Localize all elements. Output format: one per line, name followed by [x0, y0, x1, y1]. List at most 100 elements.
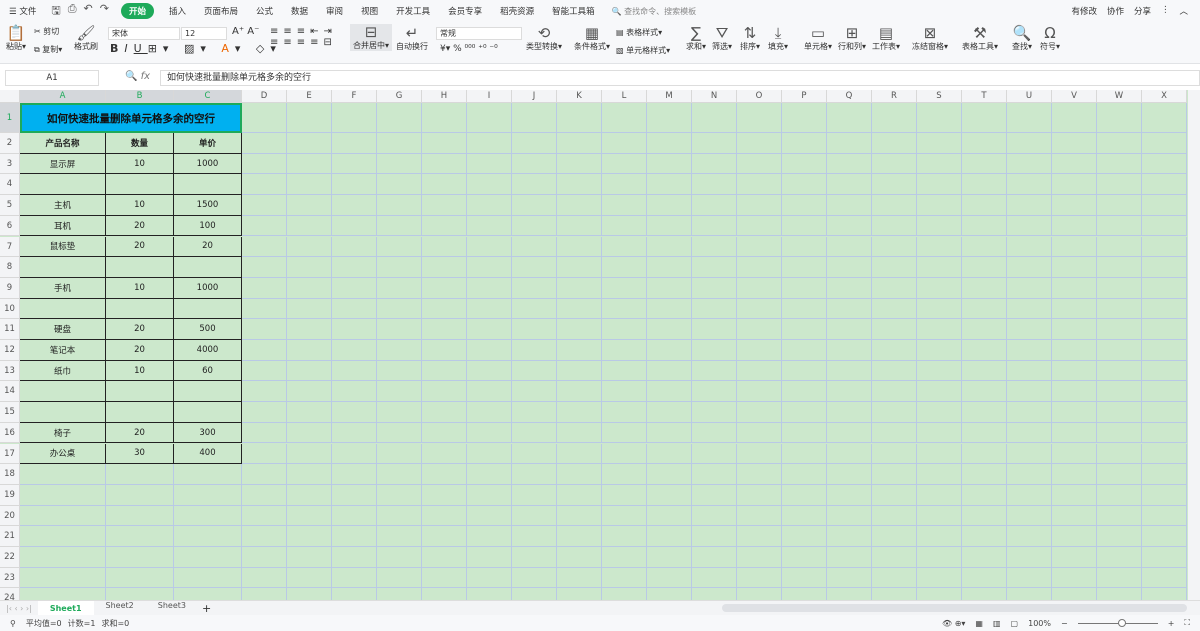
cell[interactable] [242, 340, 287, 361]
cell[interactable] [242, 381, 287, 403]
cell[interactable] [647, 103, 692, 133]
cell[interactable] [377, 319, 422, 340]
cell[interactable] [287, 547, 332, 568]
cell[interactable] [872, 505, 917, 527]
cell[interactable] [647, 526, 692, 547]
cell[interactable] [287, 319, 332, 340]
cell[interactable] [872, 588, 917, 600]
cell[interactable] [1097, 505, 1142, 527]
cell[interactable] [557, 464, 602, 485]
cell[interactable] [1142, 215, 1187, 237]
cell[interactable] [872, 464, 917, 485]
table-cell[interactable] [20, 257, 106, 278]
cell[interactable] [377, 422, 422, 444]
cell[interactable] [692, 402, 737, 423]
title-cell[interactable]: 如何快速批量删除单元格多余的空行 [20, 103, 242, 133]
table-cell[interactable] [106, 298, 174, 320]
cell[interactable] [782, 402, 827, 423]
table-cell[interactable]: 数量 [106, 133, 174, 154]
cell[interactable] [1142, 174, 1187, 196]
cell[interactable] [872, 298, 917, 320]
cell[interactable] [512, 402, 557, 423]
column-header-A[interactable]: A [20, 90, 106, 103]
cell[interactable] [692, 298, 737, 320]
cell[interactable] [782, 505, 827, 527]
fullscreen-icon[interactable]: ⛶ [1184, 618, 1190, 628]
column-header-V[interactable]: V [1052, 90, 1097, 103]
cell[interactable] [557, 588, 602, 600]
cell[interactable] [1007, 298, 1052, 320]
cell[interactable] [422, 422, 467, 444]
cell[interactable] [692, 236, 737, 258]
cell[interactable] [827, 443, 872, 465]
row-header-2[interactable]: 2 [0, 133, 20, 154]
cell[interactable] [737, 103, 782, 133]
cell[interactable] [512, 526, 557, 547]
cell[interactable] [872, 547, 917, 568]
menu-tab-3[interactable]: 公式 [247, 5, 282, 17]
cell[interactable] [602, 195, 647, 216]
cell[interactable] [422, 340, 467, 361]
cell[interactable] [782, 340, 827, 361]
cell[interactable] [422, 133, 467, 154]
table-cell[interactable]: 椅子 [20, 422, 106, 444]
table-cell[interactable]: 20 [174, 236, 242, 258]
cell[interactable] [1097, 133, 1142, 154]
cell[interactable] [647, 133, 692, 154]
cell[interactable] [962, 298, 1007, 320]
cell[interactable] [917, 464, 962, 485]
cell[interactable] [692, 103, 737, 133]
cell[interactable] [917, 215, 962, 237]
cell[interactable] [1097, 195, 1142, 216]
cell[interactable] [1142, 103, 1187, 133]
cell[interactable] [557, 484, 602, 506]
cell[interactable] [1097, 464, 1142, 485]
cell[interactable] [557, 526, 602, 547]
cell[interactable] [602, 319, 647, 340]
cell[interactable] [782, 236, 827, 258]
table-cell[interactable]: 20 [106, 319, 174, 340]
align-buttons[interactable]: ≡≡≡⇤⇥ ≡≡≡≡⊟ [270, 26, 337, 48]
cell[interactable] [962, 340, 1007, 361]
cell[interactable] [917, 547, 962, 568]
cell[interactable] [557, 360, 602, 382]
table-cell[interactable] [174, 174, 242, 196]
column-header-J[interactable]: J [512, 90, 557, 103]
cell[interactable] [917, 526, 962, 547]
cell[interactable] [737, 257, 782, 278]
cell[interactable] [1097, 174, 1142, 196]
cell[interactable] [557, 443, 602, 465]
row-header-17[interactable]: 17 [0, 443, 20, 465]
cell[interactable] [692, 215, 737, 237]
cell[interactable] [332, 443, 377, 465]
row-header-1[interactable]: 1 [0, 103, 20, 133]
cell[interactable] [1052, 547, 1097, 568]
cell[interactable] [1007, 277, 1052, 299]
cell[interactable] [557, 103, 602, 133]
cell[interactable] [1052, 103, 1097, 133]
table-cell[interactable]: 100 [174, 215, 242, 237]
cell[interactable] [827, 505, 872, 527]
cell[interactable] [647, 298, 692, 320]
cell[interactable] [1097, 340, 1142, 361]
more-icon[interactable]: ⋮ [1161, 5, 1170, 17]
file-menu[interactable]: ☰ 文件 [0, 5, 45, 17]
cell[interactable] [287, 360, 332, 382]
cell[interactable] [332, 484, 377, 506]
table-cell[interactable]: 主机 [20, 195, 106, 216]
cell[interactable] [512, 547, 557, 568]
table-cell[interactable]: 1500 [174, 195, 242, 216]
cell[interactable] [174, 588, 242, 600]
cell[interactable] [917, 505, 962, 527]
cell[interactable] [422, 298, 467, 320]
cell[interactable] [422, 277, 467, 299]
cell[interactable] [1007, 526, 1052, 547]
cell[interactable] [512, 257, 557, 278]
cell[interactable] [467, 133, 512, 154]
cell[interactable] [1052, 195, 1097, 216]
collapse-icon[interactable]: ︿ [1179, 5, 1188, 17]
cell[interactable] [827, 236, 872, 258]
cell[interactable] [422, 464, 467, 485]
cell[interactable] [557, 133, 602, 154]
cell[interactable] [467, 381, 512, 403]
